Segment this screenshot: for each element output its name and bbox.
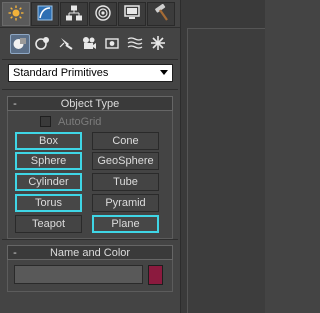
cone-button[interactable]: Cone [92, 132, 159, 150]
shapes-icon [35, 35, 51, 54]
rollout-title: Object Type [60, 97, 120, 110]
category-divider [2, 59, 178, 60]
button-label: Sphere [30, 155, 67, 167]
tab-create[interactable] [2, 2, 30, 26]
geometry-icon [12, 35, 28, 54]
helpers-icon [104, 35, 120, 54]
modify-curve-icon [36, 4, 54, 25]
object-color-swatch[interactable] [148, 265, 163, 285]
rollout-collapse-toggle[interactable]: - [8, 247, 22, 259]
tab-modify[interactable] [31, 2, 59, 26]
tab-hierarchy[interactable] [60, 2, 88, 26]
tabs-divider [0, 27, 180, 28]
command-panel: Standard Primitives - Object Type AutoGr… [0, 0, 180, 313]
button-label: GeoSphere [97, 155, 154, 167]
autogrid-checkbox[interactable]: AutoGrid [40, 115, 101, 128]
display-icon [123, 4, 141, 25]
rollout-divider [2, 239, 178, 240]
autogrid-check[interactable] [40, 116, 51, 127]
torus-button[interactable]: Torus [15, 194, 82, 212]
cameras-icon [81, 35, 97, 54]
teapot-button[interactable]: Teapot [15, 215, 82, 233]
viewport-panel [187, 28, 265, 313]
category-lights[interactable] [56, 34, 76, 54]
object-type-header[interactable]: - Object Type [7, 96, 173, 111]
autogrid-label: AutoGrid [58, 115, 102, 128]
sphere-button[interactable]: Sphere [15, 152, 82, 170]
button-label: Cone [112, 135, 139, 147]
plane-button[interactable]: Plane [92, 215, 159, 233]
box-button[interactable]: Box [15, 132, 82, 150]
space-warps-icon [127, 35, 143, 54]
button-label: Cylinder [28, 176, 69, 188]
category-row [10, 34, 171, 54]
category-systems[interactable] [148, 34, 168, 54]
rollout-collapse-toggle[interactable]: - [8, 98, 22, 110]
cylinder-button[interactable]: Cylinder [15, 173, 82, 191]
category-geometry[interactable] [10, 34, 30, 54]
dropdown-value: Standard Primitives [13, 67, 109, 79]
create-sun-icon [7, 4, 25, 25]
pyramid-button[interactable]: Pyramid [92, 194, 159, 212]
systems-icon [150, 35, 166, 54]
tab-display[interactable] [118, 2, 146, 26]
command-panel-tabs [2, 2, 176, 26]
dropdown-divider [2, 89, 178, 90]
button-label: Torus [35, 197, 62, 209]
button-label: Plane [111, 218, 140, 230]
tube-button[interactable]: Tube [92, 173, 159, 191]
button-label: Box [39, 135, 58, 147]
geosphere-button[interactable]: GeoSphere [92, 152, 159, 170]
name-and-color-header[interactable]: - Name and Color [7, 245, 173, 260]
category-space-warps[interactable] [125, 34, 145, 54]
utilities-hammer-icon [152, 3, 170, 25]
button-label: Pyramid [105, 197, 146, 209]
category-helpers[interactable] [102, 34, 122, 54]
motion-icon [94, 4, 112, 25]
category-cameras[interactable] [79, 34, 99, 54]
tab-utilities[interactable] [147, 2, 175, 26]
hierarchy-icon [65, 4, 83, 25]
viewport-area [180, 0, 265, 313]
chevron-down-icon [160, 70, 168, 75]
category-shapes[interactable] [33, 34, 53, 54]
tab-motion[interactable] [89, 2, 117, 26]
rollout-title: Name and Color [49, 246, 131, 259]
object-name-field[interactable] [14, 265, 143, 284]
primitive-type-dropdown[interactable]: Standard Primitives [8, 64, 173, 82]
button-label: Tube [113, 176, 138, 188]
button-label: Teapot [31, 218, 66, 230]
lights-icon [58, 35, 74, 54]
